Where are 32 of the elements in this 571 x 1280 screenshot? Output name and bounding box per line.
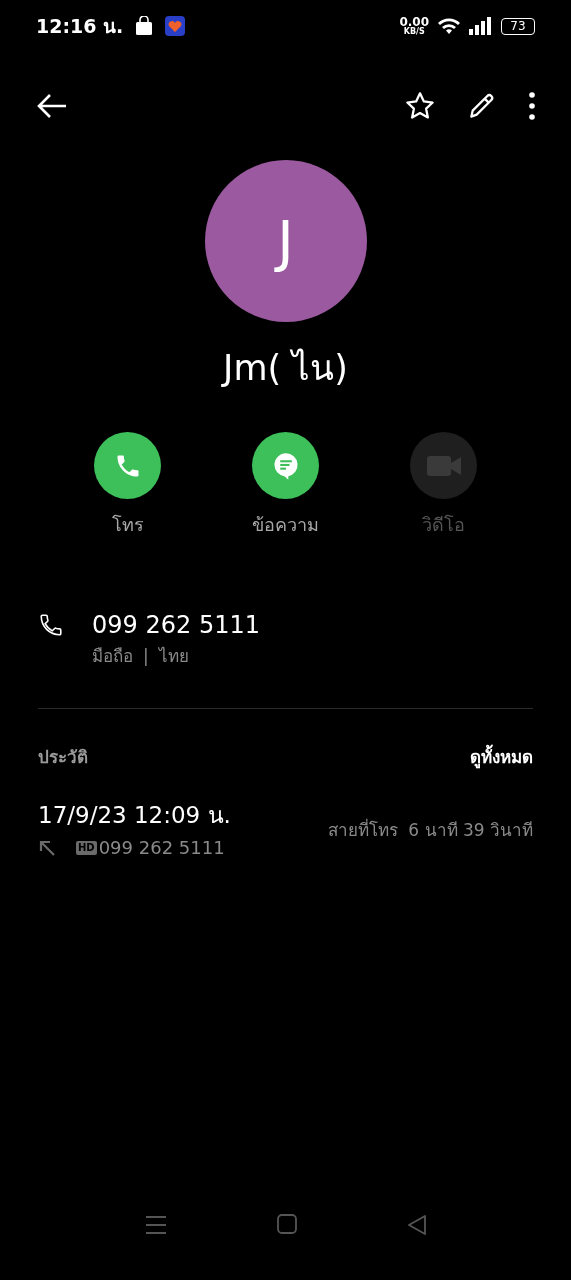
- call-duration: สายที่โทร 6 นาที 39 วินาที: [327, 817, 533, 842]
- signal-icon: [469, 17, 493, 35]
- network-speed-unit: KB/S: [403, 28, 425, 36]
- phone-number[interactable]: 099 262 5111: [92, 610, 260, 640]
- action-label: โทร: [111, 513, 144, 537]
- network-speed: 0.00: [399, 16, 429, 28]
- app-icon: [165, 16, 186, 36]
- status-time: 12:16 น.: [36, 13, 124, 39]
- phone-icon: [38, 612, 64, 638]
- phone-type: มือถือ: [92, 645, 133, 668]
- video-camera-icon: [426, 453, 461, 478]
- separator-text: |: [143, 645, 149, 668]
- call-number: 099 262 5111: [98, 836, 225, 860]
- contact-name: Jm( ไน): [223, 347, 348, 390]
- back-nav-button[interactable]: [406, 1214, 427, 1236]
- shopping-bag-icon: [135, 16, 154, 36]
- menu-nav-button[interactable]: [144, 1214, 167, 1236]
- more-options-button[interactable]: [527, 91, 537, 121]
- history-title: ประวัติ: [38, 745, 88, 769]
- wifi-icon: [437, 17, 461, 35]
- action-label: ข้อความ: [252, 513, 319, 537]
- action-label: วิดีโอ: [422, 513, 465, 537]
- contact-avatar: J: [204, 160, 367, 322]
- phone-region: ไทย: [158, 645, 189, 668]
- star-button[interactable]: [403, 90, 437, 122]
- battery-indicator: 73: [501, 17, 535, 35]
- hd-badge: HD: [76, 840, 97, 855]
- outgoing-arrow-icon: [38, 838, 56, 857]
- home-nav-button[interactable]: [276, 1214, 297, 1234]
- call-datetime: 17/9/23 12:09 น.: [38, 801, 231, 830]
- see-all-link[interactable]: ดูทั้งหมด: [470, 744, 533, 770]
- chat-bubble-icon: [271, 450, 300, 481]
